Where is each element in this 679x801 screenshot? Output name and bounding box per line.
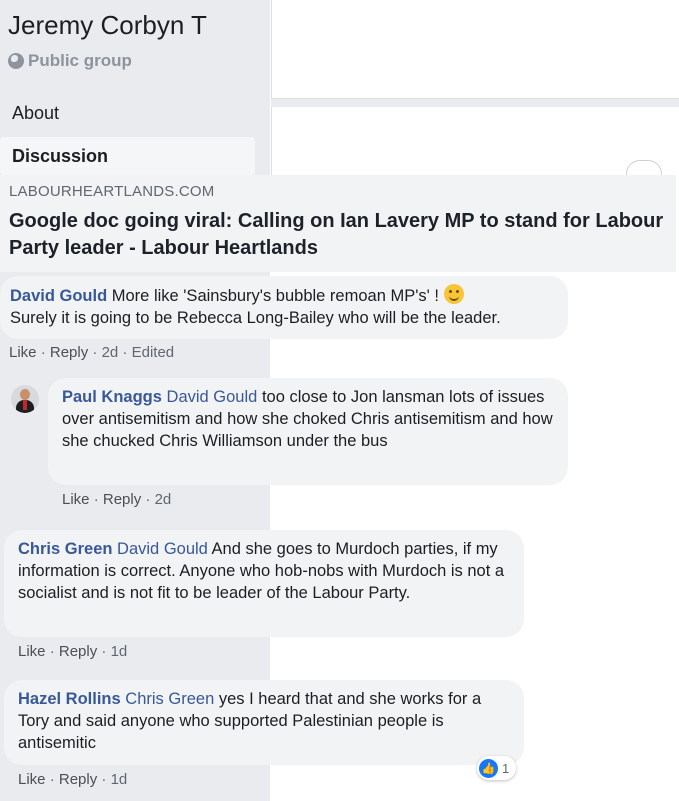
reply-link[interactable]: Reply [59,771,97,788]
edited-label[interactable]: Edited [132,344,175,361]
comment-text-line2: Surely it is going to be Rebecca Long-Ba… [10,309,501,327]
comment-time[interactable]: 1d [111,643,128,660]
comment-bubble: Chris Green David Gould And she goes to … [4,530,524,637]
avatar[interactable] [11,385,39,413]
post-card [271,107,679,177]
comment-text: More like 'Sainsbury's bubble remoan MP'… [111,287,439,305]
reaction-count: 1 [502,760,510,776]
comment-bubble: David Gould More like 'Sainsbury's bubbl… [0,276,568,339]
comment-author[interactable]: Chris Green [18,540,112,558]
link-title[interactable]: Google doc going viral: Calling on Ian L… [9,208,669,262]
sidebar-item-discussion-label: Discussion [12,146,109,166]
smile-emoji-icon [443,284,464,304]
comment-bubble: Paul Knaggs David Gould too close to Jon… [48,378,568,485]
link-domain: LABOURHEARTLANDS.COM [9,183,215,200]
reply-link[interactable]: Reply [103,491,141,508]
reaction-summary[interactable]: 👍 1 [477,756,517,780]
thumbs-up-icon: 👍 [479,758,498,778]
comment-time[interactable]: 2d [155,491,172,508]
comment-actions: Like · Reply · 1d [18,771,128,788]
comment-mention[interactable]: David Gould [117,540,208,558]
like-link[interactable]: Like [62,491,90,508]
like-link[interactable]: Like [18,643,46,660]
comment-mention[interactable]: Chris Green [125,690,214,708]
link-preview[interactable]: LABOURHEARTLANDS.COM Google doc going vi… [0,175,676,272]
comment-author[interactable]: David Gould [10,287,107,305]
sidebar-item-about[interactable]: About [12,103,59,124]
comment-author[interactable]: Hazel Rollins [18,690,121,708]
group-privacy-label: Public group [28,51,132,70]
reply-link[interactable]: Reply [50,344,88,361]
comment-actions: Like · Reply · 2d [62,491,172,508]
comment-actions: Like · Reply · 2d · Edited [9,344,175,361]
globe-icon [8,53,24,69]
comment-mention[interactable]: David Gould [167,388,258,406]
comment-bubble: Hazel Rollins Chris Green yes I heard th… [4,680,524,765]
comment-time[interactable]: 1d [111,771,128,788]
comment-author[interactable]: Paul Knaggs [62,388,162,406]
reply-link[interactable]: Reply [59,643,97,660]
comment-time[interactable]: 2d [102,344,119,361]
group-privacy: Public group [8,51,132,71]
group-title[interactable]: Jeremy Corbyn T [8,10,266,41]
like-link[interactable]: Like [18,771,46,788]
sidebar-item-discussion[interactable]: Discussion [0,137,255,175]
post-header-card [271,0,679,99]
like-link[interactable]: Like [9,344,37,361]
card-separator [271,99,679,107]
comment-actions: Like · Reply · 1d [18,643,128,660]
